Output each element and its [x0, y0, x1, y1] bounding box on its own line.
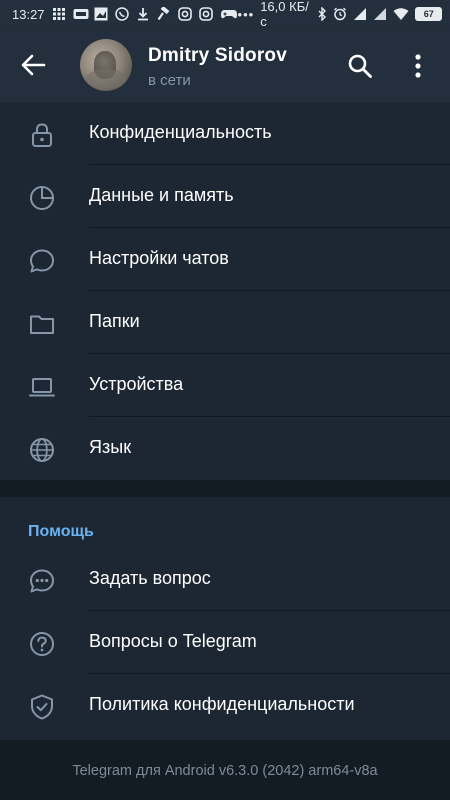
- app-version-text: Telegram для Android v6.3.0 (2042) arm64…: [72, 763, 378, 779]
- settings-item-data-storage[interactable]: Данные и память: [0, 165, 450, 228]
- settings-item-label: Папки: [89, 311, 140, 331]
- profile-header: Dmitry Sidorov в сети: [0, 28, 450, 102]
- help-item-privacy-policy[interactable]: Политика конфиденциальности: [0, 674, 450, 737]
- version-footer: Telegram для Android v6.3.0 (2042) arm64…: [0, 740, 450, 800]
- settings-item-folders[interactable]: Папки: [0, 291, 450, 354]
- settings-item-privacy[interactable]: Конфиденциальность: [0, 102, 450, 165]
- chat-dots-icon: [28, 567, 56, 595]
- wifi-icon: [393, 7, 409, 21]
- gamepad-icon: [220, 7, 238, 21]
- download-icon: [136, 7, 150, 21]
- laptop-icon: [28, 373, 56, 401]
- settings-item-label: Устройства: [89, 374, 184, 394]
- profile-status: в сети: [148, 72, 191, 89]
- pie-chart-icon: [28, 184, 56, 212]
- alarm-icon: [333, 7, 347, 21]
- search-button[interactable]: [346, 52, 374, 80]
- lock-icon: [28, 121, 56, 149]
- back-button[interactable]: [18, 51, 50, 79]
- more-options-button[interactable]: [408, 52, 428, 80]
- settings-item-label: Язык: [89, 437, 132, 457]
- question-circle-icon: [28, 630, 56, 658]
- signal-icon: [353, 7, 367, 21]
- help-item-label: Вопросы о Telegram: [89, 631, 257, 651]
- instagram-icon: [198, 7, 213, 21]
- battery-icon: 67: [415, 7, 442, 21]
- status-bar-right: ••• 16,0 КБ/с 67: [238, 0, 442, 29]
- help-item-ask-question[interactable]: Задать вопрос: [0, 548, 450, 611]
- vpn-icon: [73, 7, 89, 21]
- help-item-telegram-faq[interactable]: Вопросы о Telegram: [0, 611, 450, 674]
- settings-item-label: Конфиденциальность: [89, 122, 272, 142]
- chat-bubble-icon: [28, 247, 56, 275]
- more-dots-icon: •••: [237, 6, 255, 22]
- image-icon: [94, 7, 108, 21]
- signal-icon: [373, 7, 387, 21]
- shield-check-icon: [28, 693, 56, 721]
- profile-name: Dmitry Sidorov: [148, 45, 287, 66]
- hammer-icon: [157, 7, 171, 21]
- settings-item-label: Данные и память: [89, 185, 234, 205]
- settings-list: Конфиденциальность Данные и память Настр…: [0, 102, 450, 737]
- settings-item-language[interactable]: Язык: [0, 417, 450, 480]
- grid-icon: [52, 7, 66, 21]
- bluetooth-icon: [318, 7, 327, 21]
- settings-item-chat-settings[interactable]: Настройки чатов: [0, 228, 450, 291]
- status-time: 13:27: [12, 6, 45, 22]
- settings-item-label: Настройки чатов: [89, 248, 229, 268]
- viber-icon: [114, 7, 129, 21]
- status-bar-left: 13:27: [12, 7, 238, 22]
- section-separator: [0, 480, 450, 497]
- network-speed: 16,0 КБ/с: [260, 0, 309, 29]
- help-item-label: Политика конфиденциальности: [89, 694, 355, 714]
- globe-icon: [28, 436, 56, 464]
- instagram-icon: [177, 7, 192, 21]
- arrow-left-icon: [21, 54, 46, 76]
- more-vertical-icon: [415, 54, 421, 78]
- battery-level: 67: [423, 9, 434, 19]
- status-bar: 13:27 ••• 16,0 КБ/с 67: [0, 0, 450, 29]
- help-section-header: Помощь: [0, 497, 450, 548]
- help-section-title: Помощь: [28, 523, 94, 540]
- search-icon: [348, 54, 372, 78]
- settings-item-devices[interactable]: Устройства: [0, 354, 450, 417]
- help-item-label: Задать вопрос: [89, 568, 211, 588]
- avatar[interactable]: [80, 39, 132, 91]
- folder-icon: [28, 310, 56, 338]
